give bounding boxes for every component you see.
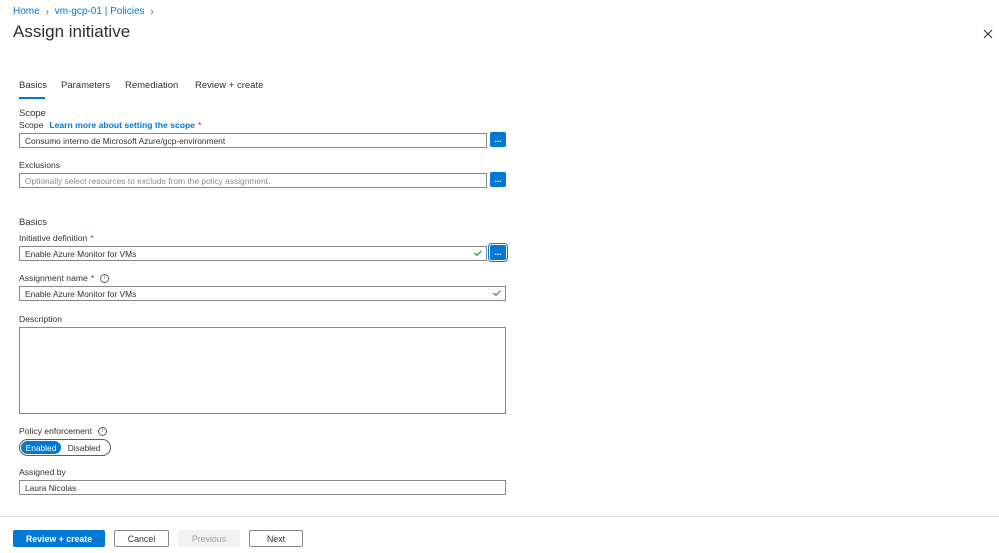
required-marker: * [90,233,94,243]
previous-button: Previous [178,530,240,547]
policy-enforcement-label: Policy enforcement [19,426,93,436]
scope-browse-button[interactable]: ... [490,132,506,147]
scope-input[interactable]: Consumo interno de Microsoft Azure/gcp-e… [19,133,487,148]
next-button[interactable]: Next [249,530,303,547]
tab-remediation[interactable]: Remediation [125,80,178,95]
scope-label: Scope [19,120,44,130]
tab-basics[interactable]: Basics [19,80,47,95]
initiative-definition-value: Enable Azure Monitor for VMs [25,248,137,259]
description-label: Description [19,314,62,324]
initiative-definition-input[interactable]: Enable Azure Monitor for VMs [19,246,487,261]
breadcrumb-resource-link[interactable]: vm-gcp-01 | Policies [55,6,145,17]
info-icon[interactable]: i [98,426,108,436]
assignment-name-label: Assignment name [19,273,88,283]
initiative-label-row: Initiative definition * [19,233,94,243]
breadcrumb-home-link[interactable]: Home [13,6,40,17]
assigned-by-label: Assigned by [19,467,66,477]
close-icon[interactable] [981,27,995,41]
learn-more-scope-link[interactable]: Learn more about setting the scope [49,120,195,130]
initiative-definition-label: Initiative definition [19,233,88,243]
assignment-name-value: Enable Azure Monitor for VMs [25,288,137,299]
assignment-name-input[interactable]: Enable Azure Monitor for VMs [19,286,506,301]
footer-divider [0,516,999,517]
required-marker: * [198,120,202,130]
info-icon[interactable]: i [100,273,110,283]
scope-label-row: Scope Learn more about setting the scope… [19,120,201,130]
assignment-name-label-row: Assignment name * i [19,273,110,283]
assigned-by-input[interactable]: Laura Nicolas [19,480,506,495]
checkmark-icon [493,290,501,296]
basics-section-heading: Basics [19,217,47,228]
exclusions-browse-button[interactable]: ... [490,172,506,187]
page-title: Assign initiative [13,22,131,41]
review-create-button[interactable]: Review + create [13,530,105,547]
toggle-option-enabled[interactable]: Enabled [21,441,61,454]
policy-enforcement-label-row: Policy enforcement i [19,426,108,436]
checkmark-icon [474,250,482,256]
chevron-right-icon: › [150,5,154,18]
tab-parameters[interactable]: Parameters [61,80,110,95]
exclusions-label: Exclusions [19,160,61,170]
tab-review-create[interactable]: Review + create [195,80,263,95]
initiative-browse-button[interactable]: ... [488,243,508,262]
description-textarea[interactable] [19,327,506,414]
active-tab-indicator [19,97,45,99]
cancel-button[interactable]: Cancel [114,530,169,547]
scope-section-heading: Scope [19,108,46,119]
policy-enforcement-toggle[interactable]: Enabled Disabled [19,439,111,456]
breadcrumb: Home › vm-gcp-01 | Policies › [13,5,160,18]
toggle-option-disabled[interactable]: Disabled [61,441,107,454]
chevron-right-icon: › [45,5,49,18]
required-marker: * [90,273,95,283]
exclusions-input[interactable]: Optionally select resources to exclude f… [19,173,487,188]
